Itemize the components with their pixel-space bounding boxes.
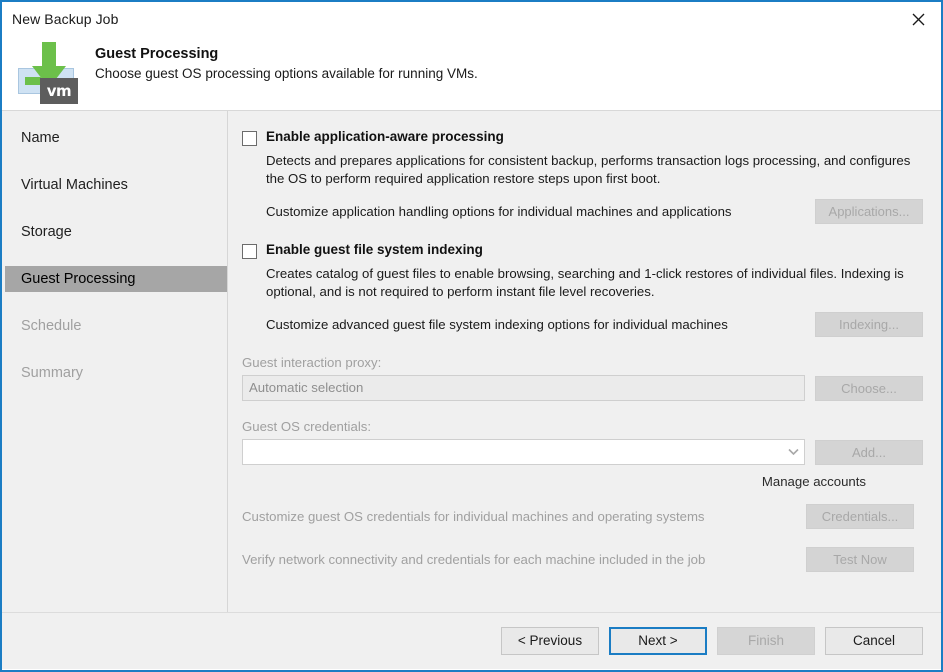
applications-button[interactable]: Applications...	[815, 199, 923, 224]
previous-button[interactable]: < Previous	[501, 627, 599, 655]
sidebar-item-summary: Summary	[5, 360, 227, 386]
sidebar-item-schedule: Schedule	[5, 313, 227, 339]
vm-download-icon: vm	[10, 40, 86, 106]
close-icon[interactable]	[895, 2, 941, 36]
sidebar-item-storage[interactable]: Storage	[5, 219, 227, 245]
manage-accounts-link[interactable]: Manage accounts	[762, 474, 866, 489]
indexing-checkbox-row[interactable]: Enable guest file system indexing	[242, 242, 923, 259]
app-aware-label: Enable application-aware processing	[266, 129, 504, 144]
add-credentials-button[interactable]: Add...	[815, 440, 923, 465]
page-title: Guest Processing	[95, 46, 478, 62]
window-title: New Backup Job	[2, 11, 118, 27]
dialog-body: Name Virtual Machines Storage Guest Proc…	[2, 111, 941, 612]
app-aware-customize-text: Customize application handling options f…	[266, 204, 732, 219]
dialog-footer: < Previous Next > Finish Cancel	[2, 612, 941, 669]
guest-os-credentials-label: Guest OS credentials:	[242, 419, 923, 434]
new-backup-job-dialog: New Backup Job vm Guest Processing Choos…	[0, 0, 943, 672]
title-bar: New Backup Job	[2, 0, 941, 36]
app-aware-checkbox-row[interactable]: Enable application-aware processing	[242, 129, 923, 146]
finish-button[interactable]: Finish	[717, 627, 815, 655]
credentials-button[interactable]: Credentials...	[806, 504, 914, 529]
app-aware-description: Detects and prepares applications for co…	[266, 152, 923, 187]
indexing-description: Creates catalog of guest files to enable…	[266, 265, 923, 300]
guest-os-credentials-block: Guest OS credentials: Add... Manage acco…	[242, 419, 923, 489]
indexing-customize-row: Customize advanced guest file system ind…	[266, 312, 923, 337]
test-connectivity-row: Verify network connectivity and credenti…	[242, 547, 914, 572]
test-connectivity-text: Verify network connectivity and credenti…	[242, 552, 705, 567]
app-aware-customize-row: Customize application handling options f…	[266, 199, 923, 224]
indexing-label: Enable guest file system indexing	[266, 242, 483, 257]
vm-badge: vm	[40, 78, 78, 104]
customize-credentials-text: Customize guest OS credentials for indiv…	[242, 509, 705, 524]
guest-interaction-proxy-block: Guest interaction proxy: Automatic selec…	[242, 355, 923, 401]
dialog-header: vm Guest Processing Choose guest OS proc…	[2, 36, 941, 110]
indexing-checkbox[interactable]	[242, 244, 257, 259]
wizard-steps-sidebar: Name Virtual Machines Storage Guest Proc…	[2, 111, 228, 612]
indexing-customize-text: Customize advanced guest file system ind…	[266, 317, 728, 332]
choose-button[interactable]: Choose...	[815, 376, 923, 401]
guest-os-credentials-combobox[interactable]	[242, 439, 805, 465]
test-now-button[interactable]: Test Now	[806, 547, 914, 572]
guest-processing-panel: Enable application-aware processing Dete…	[228, 111, 941, 612]
next-button[interactable]: Next >	[609, 627, 707, 655]
cancel-button[interactable]: Cancel	[825, 627, 923, 655]
sidebar-item-virtual-machines[interactable]: Virtual Machines	[5, 172, 227, 198]
customize-credentials-row: Customize guest OS credentials for indiv…	[242, 504, 914, 529]
chevron-down-icon	[782, 440, 804, 464]
indexing-button[interactable]: Indexing...	[815, 312, 923, 337]
guest-interaction-proxy-label: Guest interaction proxy:	[242, 355, 923, 370]
app-aware-checkbox[interactable]	[242, 131, 257, 146]
guest-interaction-proxy-input[interactable]: Automatic selection	[242, 375, 805, 401]
sidebar-item-guest-processing[interactable]: Guest Processing	[5, 266, 227, 292]
sidebar-item-name[interactable]: Name	[5, 125, 227, 151]
page-subtitle: Choose guest OS processing options avail…	[95, 66, 478, 81]
